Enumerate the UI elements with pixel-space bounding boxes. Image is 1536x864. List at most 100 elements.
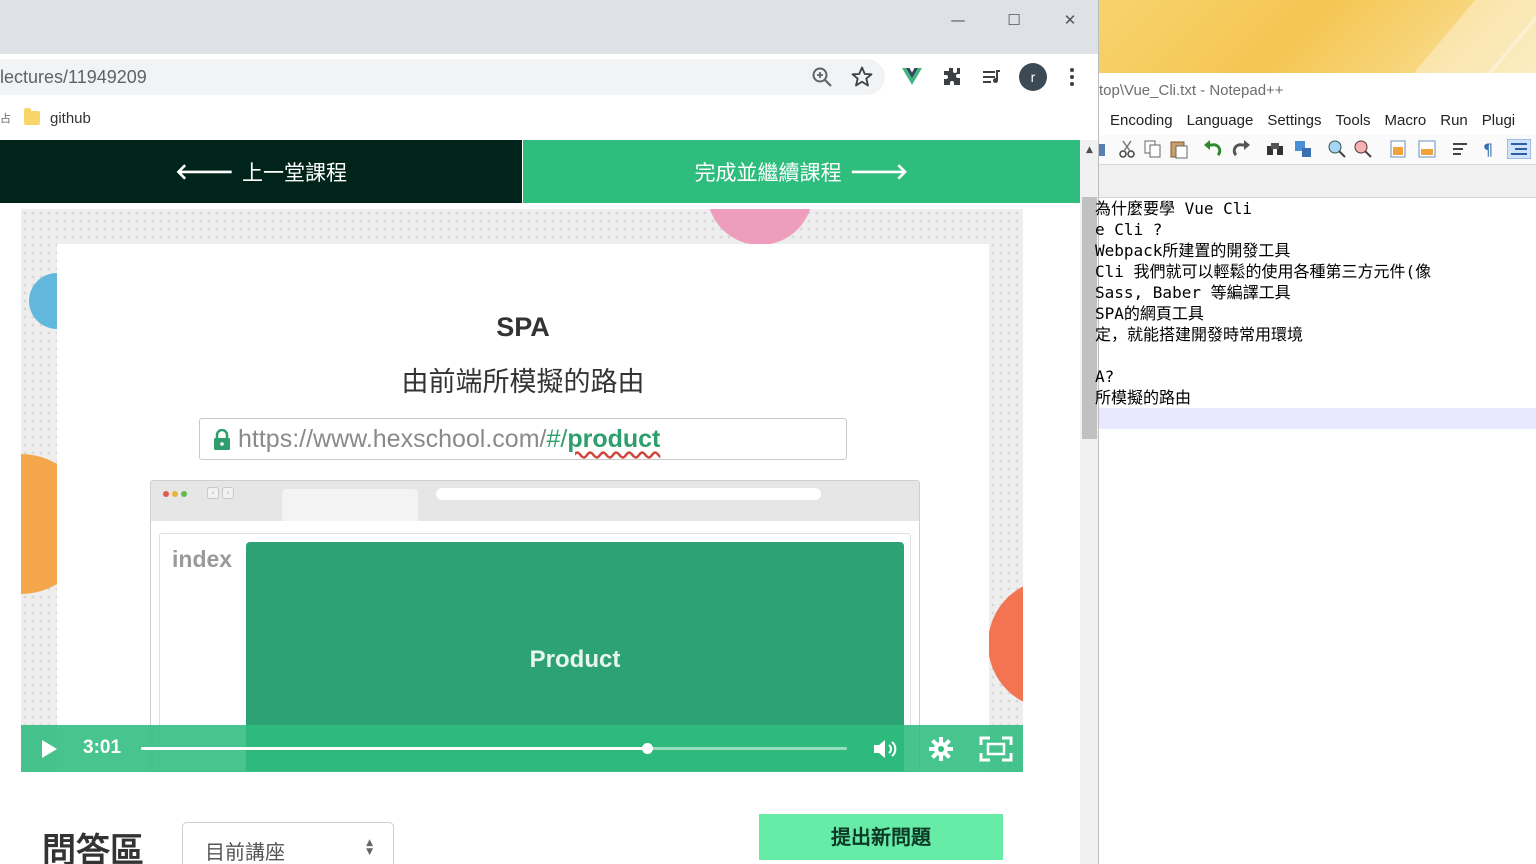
- mock-product-label: Product: [529, 646, 621, 673]
- undo-icon[interactable]: [1203, 139, 1223, 159]
- folder-icon: [24, 108, 40, 125]
- menu-macro[interactable]: Macro: [1385, 107, 1427, 135]
- progress-bar[interactable]: [141, 743, 847, 754]
- editor-line: 定，就能搭建開發時常用環境: [1095, 325, 1304, 344]
- current-time: 3:01: [83, 737, 122, 758]
- demo-url-base: https://www.hexschool.com/: [238, 425, 547, 453]
- close-all-icon[interactable]: [1099, 139, 1107, 159]
- star-icon[interactable]: [850, 65, 874, 89]
- editor-line: A?: [1095, 367, 1115, 386]
- editor-line: e Cli ?: [1095, 220, 1163, 239]
- new-question-button[interactable]: 提出新問題: [759, 814, 1003, 860]
- lecture-slide: SPA 由前端所模擬的路由 https://www.hexschool.com/…: [57, 244, 989, 772]
- browser-toolbar: lectures/11949209: [0, 54, 1098, 102]
- svg-text:¶: ¶: [1483, 140, 1493, 159]
- lecture-page: 🡐 上一堂課程 完成並繼續課程 🡒 SPA 由前端所模擬的路由 https://…: [0, 140, 1080, 864]
- decor-circle-pink: [707, 209, 813, 245]
- decor-circle-red: [988, 579, 1023, 709]
- mock-forward-icon: ›: [222, 487, 234, 499]
- notepad-titlebar: top\Vue_Cli.txt - Notepad++: [1099, 73, 1536, 107]
- sync-horizontal-icon[interactable]: [1417, 139, 1437, 159]
- mock-dot-green: [181, 491, 187, 497]
- menu-language[interactable]: Language: [1187, 107, 1254, 135]
- editor-line: 所模擬的路由: [1095, 388, 1192, 407]
- minimize-button[interactable]: —: [938, 6, 978, 34]
- kebab-menu-icon[interactable]: [1060, 65, 1084, 89]
- sync-vertical-icon[interactable]: [1389, 139, 1409, 159]
- slide-title: SPA: [496, 312, 550, 342]
- qa-filter-value: 目前講座: [205, 840, 285, 864]
- editor-line: Sass, Baber 等編譯工具: [1095, 283, 1291, 302]
- bookmark-partial-label[interactable]: 占: [0, 110, 11, 126]
- maximize-button[interactable]: ☐: [994, 6, 1034, 34]
- editor-line: Cli 我們就可以輕鬆的使用各種第三方元件(像: [1095, 262, 1432, 281]
- slide-subtitle: 由前端所模擬的路由: [401, 367, 645, 398]
- demo-url-path: product: [567, 425, 661, 453]
- progress-fill: [141, 747, 648, 750]
- redo-icon[interactable]: [1231, 139, 1251, 159]
- mock-dot-yellow: [172, 491, 178, 497]
- notepad-window: top\Vue_Cli.txt - Notepad++ Encoding Lan…: [1095, 0, 1536, 864]
- previous-lecture-button[interactable]: 🡐 上一堂課程: [0, 140, 522, 203]
- extensions-icon[interactable]: [940, 65, 964, 89]
- editor-line: Webpack所建置的開發工具: [1095, 241, 1291, 260]
- settings-gear-icon[interactable]: [927, 736, 955, 762]
- zoom-icon[interactable]: [810, 65, 834, 89]
- play-icon[interactable]: [39, 738, 59, 760]
- cut-icon[interactable]: [1117, 139, 1137, 159]
- qa-filter-select[interactable]: 目前講座 ▲ ▼: [182, 822, 394, 864]
- arrow-left-icon: 🡐: [175, 159, 234, 185]
- scroll-up-icon[interactable]: ▲: [1080, 140, 1098, 160]
- qa-section-title: 問答區: [42, 831, 144, 864]
- mock-browser-bar: ‹ ›: [151, 481, 919, 521]
- notepad-title: top\Vue_Cli.txt - Notepad++: [1099, 82, 1284, 99]
- paste-icon[interactable]: [1169, 139, 1189, 159]
- find-icon[interactable]: [1265, 139, 1285, 159]
- progress-handle[interactable]: [642, 743, 654, 754]
- menu-settings[interactable]: Settings: [1267, 107, 1321, 135]
- demo-url-hash: #/: [546, 425, 568, 453]
- media-control-icon[interactable]: [980, 65, 1004, 89]
- mock-back-icon: ‹: [207, 487, 219, 499]
- bookmarks-bar: 占 github: [0, 102, 1098, 134]
- editor-line: 為什麼要學 Vue Cli: [1095, 199, 1253, 218]
- menu-encoding[interactable]: Encoding: [1110, 107, 1173, 135]
- close-button[interactable]: ✕: [1050, 6, 1090, 34]
- video-controls: 3:01: [21, 725, 1023, 772]
- current-line-highlight: [1099, 408, 1536, 429]
- zoom-in-icon[interactable]: [1327, 139, 1347, 159]
- bookmark-github[interactable]: github: [24, 106, 91, 130]
- demo-address-bar: https://www.hexschool.com/#/product: [199, 418, 847, 460]
- zoom-out-icon[interactable]: [1353, 139, 1373, 159]
- show-all-characters-icon[interactable]: ¶: [1479, 139, 1499, 159]
- notepad-editor[interactable]: 為什麼要學 Vue Cli e Cli ? Webpack所建置的開發工具 Cl…: [1095, 198, 1536, 864]
- word-wrap-icon[interactable]: [1451, 139, 1471, 159]
- profile-avatar[interactable]: r: [1019, 63, 1047, 91]
- mock-address: [436, 488, 821, 500]
- editor-line: SPA的網頁工具: [1095, 304, 1204, 323]
- mock-index-label: index: [172, 546, 233, 572]
- menu-run[interactable]: Run: [1440, 107, 1468, 135]
- copy-icon[interactable]: [1143, 139, 1163, 159]
- browser-window: — ☐ ✕ lectures/11949209 r 占 github 🡐 上一堂…: [0, 0, 1099, 864]
- desktop: — ☐ ✕ lectures/11949209 r 占 github 🡐 上一堂…: [0, 0, 1536, 864]
- address-bar[interactable]: lectures/11949209: [0, 59, 885, 95]
- fullscreen-icon[interactable]: [979, 736, 1013, 762]
- select-arrows-icon: ▲ ▼: [366, 838, 373, 857]
- bookmark-label: github: [50, 109, 91, 127]
- vue-devtools-icon[interactable]: [900, 65, 924, 89]
- menu-plugins[interactable]: Plugi: [1482, 107, 1515, 135]
- address-bar-url[interactable]: lectures/11949209: [0, 67, 147, 88]
- video-player[interactable]: SPA 由前端所模擬的路由 https://www.hexschool.com/…: [21, 209, 1023, 772]
- complete-and-continue-label: 完成並繼續課程: [694, 160, 842, 185]
- replace-icon[interactable]: [1293, 139, 1313, 159]
- complete-and-continue-button[interactable]: 完成並繼續課程 🡒: [523, 140, 1080, 203]
- mock-dot-red: [163, 491, 169, 497]
- indent-guide-icon[interactable]: [1507, 139, 1531, 159]
- mock-tab: [282, 489, 418, 521]
- menu-tools[interactable]: Tools: [1336, 107, 1371, 135]
- previous-lecture-label: 上一堂課程: [242, 160, 347, 185]
- volume-icon[interactable]: [871, 736, 899, 762]
- browser-titlebar: — ☐ ✕: [0, 0, 1098, 54]
- notepad-toolbar: ¶: [1099, 135, 1536, 165]
